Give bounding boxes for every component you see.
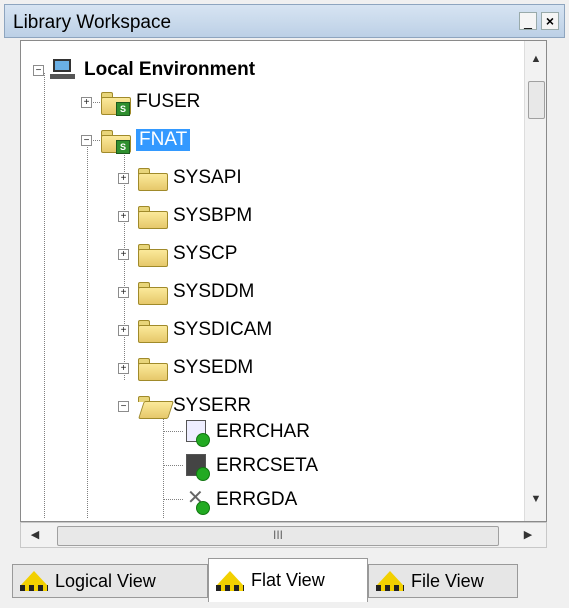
expand-toggle[interactable]: +: [118, 362, 129, 374]
view-tabs: Logical View Flat View File View: [4, 556, 565, 602]
window-title: Library Workspace: [13, 12, 172, 33]
gda-object-icon: ✕: [184, 487, 210, 515]
tree-line: [163, 417, 164, 518]
tree-node-sysdicam[interactable]: + SYSDICAM: [118, 311, 272, 349]
tree-node-syscp[interactable]: + SYSCP: [118, 235, 237, 273]
library-workspace-window: Library Workspace _ × − Local Environmen…: [0, 0, 569, 608]
flat-view-icon: [215, 569, 245, 593]
tree-node-label: ERRCSETA: [216, 455, 319, 476]
folder-icon: [137, 204, 168, 229]
open-folder-icon: [137, 394, 174, 419]
tab-flat-view[interactable]: Flat View: [208, 558, 368, 602]
scroll-right-arrow-icon[interactable]: ▶: [518, 526, 538, 544]
folder-icon: [137, 280, 168, 305]
scroll-left-arrow-icon[interactable]: ◀: [25, 526, 45, 544]
expand-toggle[interactable]: +: [118, 324, 129, 336]
tree-node-sysedm[interactable]: + SYSEDM: [118, 349, 253, 387]
folder-icon: [137, 166, 168, 191]
tree-line: [87, 145, 88, 518]
tree-line: [163, 431, 183, 432]
library-folder-icon: S: [100, 128, 131, 154]
expand-toggle[interactable]: +: [118, 210, 129, 222]
title-bar[interactable]: Library Workspace _ ×: [4, 4, 565, 38]
tree-node-fnat[interactable]: − S FNAT: [81, 121, 191, 159]
tree-node-label: ERRCHAR: [216, 421, 310, 442]
library-folder-icon: S: [100, 90, 131, 116]
tree-node-label: SYSDICAM: [173, 319, 273, 340]
tree-node-label: ERRGDA: [216, 489, 298, 510]
tree-node-label: SYSDDM: [173, 281, 255, 302]
tree-node-label: SYSBPM: [173, 205, 253, 226]
tree-node-label: SYSAPI: [173, 167, 242, 188]
vertical-scroll-thumb[interactable]: [528, 81, 545, 119]
horizontal-scroll-thumb[interactable]: III: [57, 526, 499, 546]
expand-toggle[interactable]: +: [118, 286, 129, 298]
collapse-toggle[interactable]: −: [33, 64, 44, 76]
scroll-down-arrow-icon[interactable]: ▼: [525, 489, 546, 509]
table-object-icon: [184, 453, 210, 481]
tree-line: [163, 499, 183, 500]
expand-toggle[interactable]: +: [81, 96, 92, 108]
tab-label: File View: [411, 570, 484, 591]
collapse-toggle[interactable]: −: [81, 134, 92, 146]
text-object-icon: [184, 419, 210, 447]
tree-node-label: Local Environment: [84, 59, 256, 80]
tree-node-errgda[interactable]: ✕ ERRGDA: [184, 481, 297, 519]
tree-node-errcseta[interactable]: ERRCSETA: [184, 447, 318, 485]
library-tree: − Local Environment + S FUSER − S FNAT +…: [20, 40, 547, 522]
horizontal-scrollbar[interactable]: ◀ III ▶: [20, 522, 547, 548]
scroll-up-arrow-icon[interactable]: ▲: [525, 49, 546, 69]
tree-node-sysbpm[interactable]: + SYSBPM: [118, 197, 252, 235]
folder-icon: [137, 318, 168, 343]
tree-node-sysapi[interactable]: + SYSAPI: [118, 159, 242, 197]
tree-node-sysddm[interactable]: + SYSDDM: [118, 273, 254, 311]
computer-icon: [50, 58, 76, 82]
tab-label: Logical View: [55, 570, 156, 591]
expand-toggle[interactable]: +: [118, 172, 129, 184]
tab-label: Flat View: [251, 570, 325, 590]
collapse-toggle[interactable]: −: [118, 400, 129, 412]
logical-view-icon: [19, 569, 49, 593]
file-view-icon: [375, 569, 405, 593]
tree-node-label: FUSER: [136, 91, 201, 112]
tree-line: [44, 73, 45, 518]
tab-file-view[interactable]: File View: [368, 564, 518, 598]
tree-node-label: SYSCP: [173, 243, 238, 264]
tree-node-label: FNAT: [136, 129, 191, 151]
expand-toggle[interactable]: +: [118, 248, 129, 260]
folder-icon: [137, 356, 168, 381]
vertical-scrollbar[interactable]: ▲ ▼: [524, 41, 546, 521]
minimize-button[interactable]: _: [519, 12, 537, 30]
close-button[interactable]: ×: [541, 12, 559, 30]
tab-logical-view[interactable]: Logical View: [12, 564, 208, 598]
tree-node-errchar[interactable]: ERRCHAR: [184, 413, 310, 451]
tree-node-label: SYSEDM: [173, 357, 254, 378]
tree-line: [163, 465, 183, 466]
folder-icon: [137, 242, 168, 267]
tree-node-fuser[interactable]: + S FUSER: [81, 83, 200, 121]
